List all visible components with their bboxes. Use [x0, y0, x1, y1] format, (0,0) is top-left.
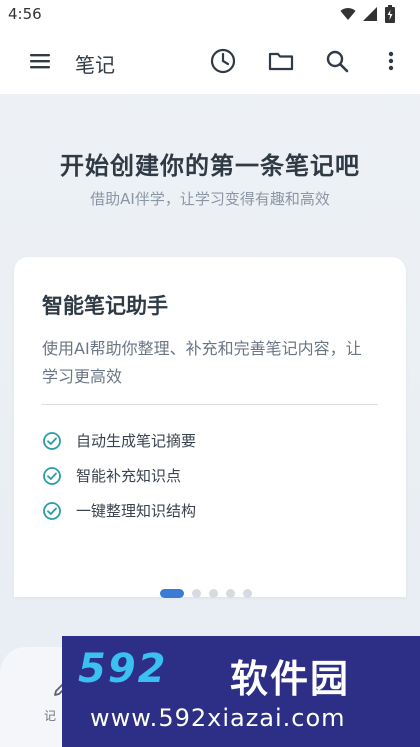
feature-item: 一键整理知识结构	[42, 493, 372, 528]
check-circle-icon	[43, 501, 61, 520]
hero-subtitle: 借助AI伴学，让学习变得有趣和高效	[90, 190, 330, 208]
pager-dot[interactable]	[209, 589, 218, 598]
check-circle-icon	[43, 431, 61, 450]
card-divider	[42, 404, 378, 405]
page-title: 笔记	[75, 53, 115, 77]
feature-list: 自动生成笔记摘要 智能补充知识点 一键整理知识结构	[42, 423, 372, 528]
feature-item: 智能补充知识点	[42, 458, 372, 493]
watermark-url: www.592xiazai.com	[90, 704, 346, 732]
pager-dot-active[interactable]	[160, 589, 184, 598]
more-vertical-icon[interactable]	[376, 46, 406, 76]
search-icon[interactable]	[322, 46, 352, 76]
card-title: 智能笔记助手	[42, 294, 168, 318]
wifi-icon	[340, 6, 356, 26]
signal-icon	[362, 6, 378, 26]
carousel-pager	[160, 589, 252, 598]
status-bar: 4:56	[0, 0, 420, 28]
watermark-logo: 592	[78, 646, 168, 692]
feature-label: 一键整理知识结构	[76, 502, 197, 520]
app-bar: 笔记	[0, 28, 420, 94]
pager-dot[interactable]	[226, 589, 235, 598]
pager-dot[interactable]	[192, 589, 201, 598]
watermark-logo-cn: 软件园	[230, 657, 351, 701]
status-icons	[340, 5, 396, 27]
card-description: 使用AI帮助你整理、补充和完善笔记内容，让学习更高效	[42, 339, 362, 386]
clock-icon[interactable]	[208, 46, 238, 76]
folder-icon[interactable]	[266, 46, 296, 76]
menu-icon[interactable]	[28, 49, 52, 73]
record-label: 记	[44, 709, 57, 723]
feature-card[interactable]: 智能笔记助手 使用AI帮助你整理、补充和完善笔记内容，让学习更高效 自动生成笔记…	[14, 257, 406, 597]
hero-title: 开始创建你的第一条笔记吧	[60, 152, 360, 180]
feature-label: 自动生成笔记摘要	[76, 432, 197, 450]
check-circle-icon	[43, 466, 61, 485]
battery-icon	[384, 5, 396, 27]
status-time: 4:56	[8, 5, 42, 23]
screen: 4:56 笔记 开始创建你的第一条笔记吧 借助AI伴学，让学习变得有趣和高效 智…	[0, 0, 420, 747]
feature-item: 自动生成笔记摘要	[42, 423, 372, 458]
feature-label: 智能补充知识点	[76, 467, 182, 485]
pager-dot[interactable]	[243, 589, 252, 598]
watermark: 592 软件园 www.592xiazai.com	[62, 636, 420, 747]
